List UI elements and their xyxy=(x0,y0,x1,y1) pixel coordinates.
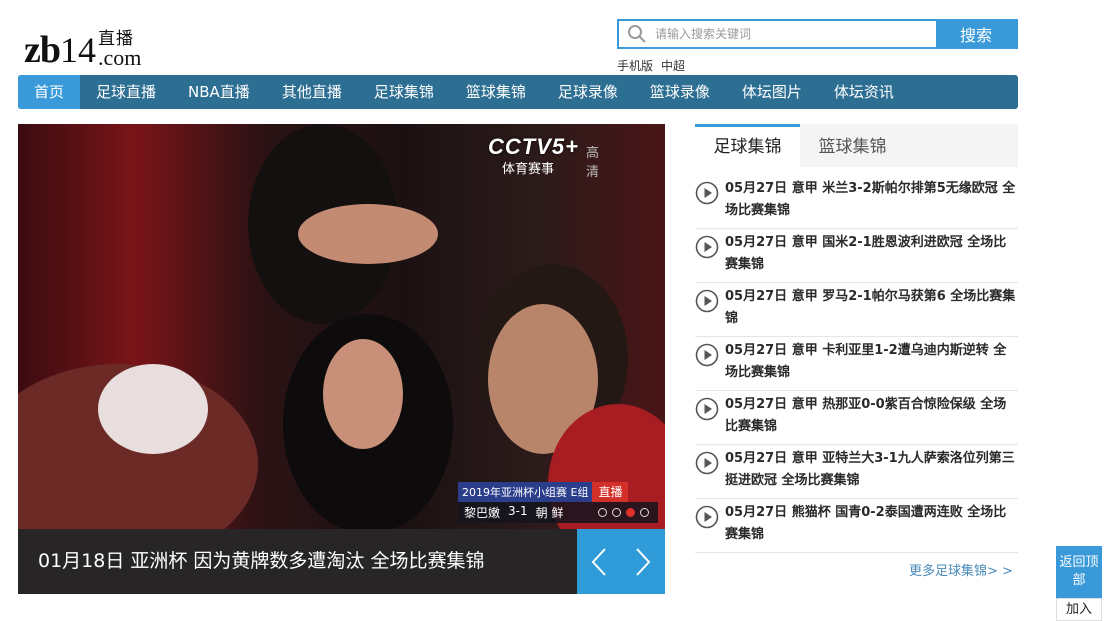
list-item[interactable]: 05月27日 意甲 国米2-1胜恩波利进欧冠 全场比赛集锦 xyxy=(695,229,1018,283)
scoreboard-event: 2019年亚洲杯小组赛 E组 xyxy=(458,482,593,502)
nav-item-sports-news[interactable]: 体坛资讯 xyxy=(818,75,910,109)
list-item[interactable]: 05月27日 意甲 罗马2-1帕尔马获第6 全场比赛集锦 xyxy=(695,283,1018,337)
nav-item-football-replays[interactable]: 足球录像 xyxy=(542,75,634,109)
logo-zb: zb xyxy=(24,29,61,71)
highlights-panel: 足球集锦 篮球集锦 05月27日 意甲 米兰3-2斯帕尔排第5无缘欧冠 全场比赛… xyxy=(695,124,1018,553)
slider-dot-active[interactable] xyxy=(626,508,635,517)
play-icon xyxy=(695,178,725,222)
channel-brand: CCTV5+ xyxy=(488,134,579,159)
chevron-left-icon[interactable] xyxy=(584,542,614,582)
site-logo[interactable]: zb 14 直播 .com xyxy=(24,24,141,70)
search-button[interactable]: 搜索 xyxy=(936,21,1016,47)
mobile-version-link[interactable]: 手机版 xyxy=(617,57,653,74)
search-input[interactable] xyxy=(655,21,936,47)
slider-dot[interactable] xyxy=(640,508,649,517)
back-to-top-button[interactable]: 返回顶部 xyxy=(1056,546,1102,598)
scoreboard-home: 黎巴嫩 xyxy=(464,506,501,520)
search-icon xyxy=(619,21,655,47)
play-icon xyxy=(695,394,725,438)
slider-dot[interactable] xyxy=(598,508,607,517)
logo-number: 14 xyxy=(60,30,96,70)
featured-slider[interactable]: CCTV5+ 体育赛事 高清 2019年亚洲杯小组赛 E组 直播 黎巴嫩 3-1… xyxy=(18,124,665,594)
highlights-tabs: 足球集锦 篮球集锦 xyxy=(695,124,1018,170)
nav-item-home[interactable]: 首页 xyxy=(18,75,81,109)
play-icon xyxy=(695,448,725,492)
list-item[interactable]: 05月27日 意甲 热那亚0-0紫百合惊险保级 全场比赛集锦 xyxy=(695,391,1018,445)
more-football-highlights-link[interactable]: 更多足球集锦> > xyxy=(909,560,1013,579)
tab-football-highlights[interactable]: 足球集锦 xyxy=(695,124,800,170)
slider-dots xyxy=(598,508,649,517)
nav-item-football-live[interactable]: 足球直播 xyxy=(80,75,172,109)
slide-caption[interactable]: 01月18日 亚洲杯 因为黄牌数多遭淘汰 全场比赛集锦 xyxy=(18,529,577,594)
list-item[interactable]: 05月27日 意甲 亚特兰大3-1九人萨索洛位列第三挺进欧冠 全场比赛集锦 xyxy=(695,445,1018,499)
csl-link[interactable]: 中超 xyxy=(661,57,685,74)
fan-face xyxy=(323,339,403,449)
join-button[interactable]: 加入 xyxy=(1056,598,1102,621)
highlights-list: 05月27日 意甲 米兰3-2斯帕尔排第5无缘欧冠 全场比赛集锦 05月27日 … xyxy=(695,175,1018,553)
item-date: 05月27日 xyxy=(725,397,788,412)
page: zb 14 直播 .com 搜索 手机版 中超 首页 足球直播 NBA直播 其他… xyxy=(0,0,1116,621)
nav-item-football-highlights[interactable]: 足球集锦 xyxy=(358,75,450,109)
channel-hd: 高清 xyxy=(586,145,600,179)
live-badge: 直播 xyxy=(592,482,629,502)
nav-item-other-live[interactable]: 其他直播 xyxy=(266,75,358,109)
fan-scarf xyxy=(98,364,208,454)
chevron-right-icon[interactable] xyxy=(628,542,658,582)
slider-dot[interactable] xyxy=(612,508,621,517)
scoreboard-away: 朝 鲜 xyxy=(535,506,564,520)
tab-basketball-highlights[interactable]: 篮球集锦 xyxy=(800,127,905,170)
item-date: 05月27日 xyxy=(725,451,788,466)
slide-image[interactable]: CCTV5+ 体育赛事 高清 2019年亚洲杯小组赛 E组 直播 黎巴嫩 3-1… xyxy=(18,124,665,529)
logo-domain: .com xyxy=(98,45,142,70)
play-icon xyxy=(695,502,725,546)
item-date: 05月27日 xyxy=(725,289,788,304)
play-icon xyxy=(695,286,725,330)
play-icon xyxy=(695,232,725,276)
fan-hands xyxy=(298,204,438,264)
list-item[interactable]: 05月27日 熊猫杯 国青0-2泰国遭两连败 全场比赛集锦 xyxy=(695,499,1018,553)
nav-item-nba-live[interactable]: NBA直播 xyxy=(172,75,266,109)
list-item[interactable]: 05月27日 意甲 卡利亚里1-2遭乌迪内斯逆转 全场比赛集锦 xyxy=(695,337,1018,391)
nav-item-basketball-highlights[interactable]: 篮球集锦 xyxy=(450,75,542,109)
slider-controls xyxy=(577,529,665,594)
search-bar: 搜索 xyxy=(617,19,1018,49)
scoreboard-score: 3-1 xyxy=(508,504,528,518)
play-icon xyxy=(695,340,725,384)
item-date: 05月27日 xyxy=(725,235,788,250)
mini-links: 手机版 中超 xyxy=(617,57,685,74)
item-date: 05月27日 xyxy=(725,181,788,196)
item-date: 05月27日 xyxy=(725,343,788,358)
item-date: 05月27日 xyxy=(725,505,788,520)
channel-logo: CCTV5+ 体育赛事 高清 xyxy=(488,134,599,179)
nav-item-basketball-replays[interactable]: 篮球录像 xyxy=(634,75,726,109)
nav-item-sports-photos[interactable]: 体坛图片 xyxy=(726,75,818,109)
main-nav: 首页 足球直播 NBA直播 其他直播 足球集锦 篮球集锦 足球录像 篮球录像 体… xyxy=(18,75,1018,109)
list-item[interactable]: 05月27日 意甲 米兰3-2斯帕尔排第5无缘欧冠 全场比赛集锦 xyxy=(695,175,1018,229)
channel-subtitle: 体育赛事 xyxy=(502,161,555,176)
